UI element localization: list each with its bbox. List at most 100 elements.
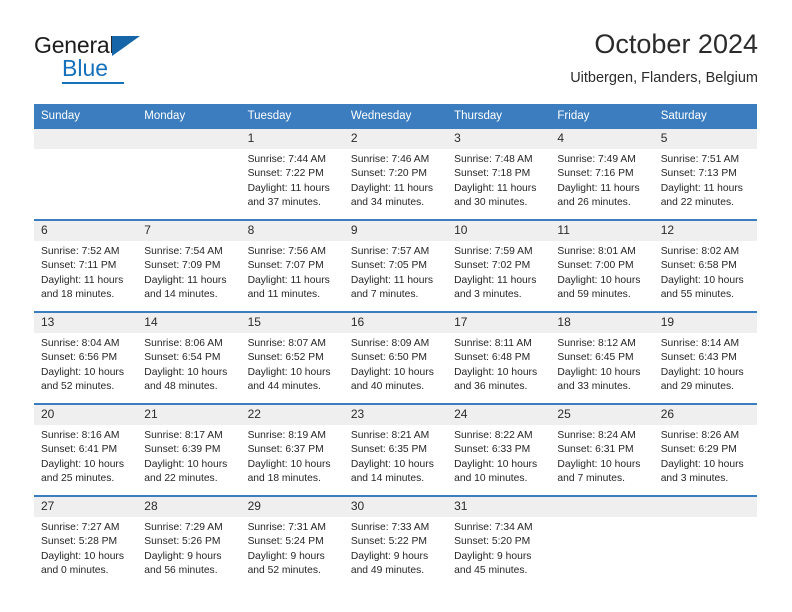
- day-cell[interactable]: 23 Sunrise: 8:21 AM Sunset: 6:35 PM Dayligh…: [343, 403, 448, 496]
- sunrise-text: Sunrise: 7:57 AM: [350, 246, 430, 257]
- sunrise-text: Sunrise: 7:27 AM: [41, 522, 120, 533]
- sunrise-text: Sunrise: 7:33 AM: [350, 522, 430, 533]
- day-number: 12: [653, 221, 757, 241]
- sunset-text: Sunset: 7:20 PM: [350, 168, 427, 180]
- day-cell[interactable]: 6 Sunrise: 7:52 AM Sunset: 7:11 PM Daylight…: [34, 219, 138, 312]
- sunrise-text: Sunrise: 8:09 AM: [350, 338, 430, 349]
- day-cell[interactable]: 17 Sunrise: 8:11 AM Sunset: 6:48 PM Dayligh…: [447, 311, 551, 404]
- sunset-text: Sunset: 6:45 PM: [557, 352, 634, 364]
- daylight-text: Daylight: 10 hours and 29 minutes.: [660, 366, 744, 393]
- day-number: [137, 129, 241, 149]
- day-info: Sunrise: 8:17 AM Sunset: 6:39 PM Daylight:…: [137, 425, 240, 487]
- sunrise-text: Sunrise: 7:46 AM: [350, 154, 430, 165]
- day-number: 8: [240, 221, 344, 241]
- sunrise-text: Sunrise: 7:44 AM: [247, 154, 326, 165]
- day-cell[interactable]: 7 Sunrise: 7:54 AM Sunset: 7:09 PM Daylight…: [137, 219, 241, 312]
- day-cell[interactable]: 19 Sunrise: 8:14 AM Sunset: 6:43 PM Dayligh…: [653, 311, 757, 404]
- sunrise-text: Sunrise: 7:54 AM: [144, 246, 223, 257]
- day-cell[interactable]: 28 Sunrise: 7:29 AM Sunset: 5:26 PM Dayligh…: [137, 495, 241, 587]
- day-info: Sunrise: 8:22 AM Sunset: 6:33 PM Daylight:…: [447, 425, 550, 487]
- day-info: Sunrise: 7:46 AM Sunset: 7:20 PM Daylight:…: [344, 149, 447, 211]
- calendar-week-row: 20 Sunrise: 8:16 AM Sunset: 6:41 PM Dayligh…: [34, 403, 757, 496]
- day-cell[interactable]: 26 Sunrise: 8:26 AM Sunset: 6:29 PM Dayligh…: [653, 403, 757, 496]
- daylight-text: Daylight: 10 hours and 18 minutes.: [247, 458, 331, 485]
- daylight-text: Daylight: 11 hours and 34 minutes.: [350, 182, 434, 209]
- day-number: 9: [343, 221, 448, 241]
- sunset-text: Sunset: 7:00 PM: [557, 260, 634, 272]
- weekday-header-saturday: Saturday: [653, 104, 757, 129]
- day-cell[interactable]: [34, 129, 138, 220]
- day-info: Sunrise: 8:11 AM Sunset: 6:48 PM Daylight:…: [447, 333, 550, 395]
- weekday-header-monday: Monday: [137, 104, 241, 129]
- calendar-header-row: Sunday Monday Tuesday Wednesday Thursday…: [34, 104, 757, 129]
- daylight-text: Daylight: 11 hours and 18 minutes.: [41, 274, 124, 301]
- day-cell[interactable]: [550, 495, 654, 587]
- day-cell[interactable]: 12 Sunrise: 8:02 AM Sunset: 6:58 PM Dayligh…: [653, 219, 757, 312]
- sunrise-text: Sunrise: 7:48 AM: [454, 154, 533, 165]
- sunset-text: Sunset: 5:26 PM: [144, 536, 221, 548]
- sunrise-text: Sunrise: 7:52 AM: [41, 246, 120, 257]
- day-info: Sunrise: 8:16 AM Sunset: 6:41 PM Daylight:…: [34, 425, 137, 487]
- day-cell[interactable]: [653, 495, 757, 587]
- day-cell[interactable]: 9 Sunrise: 7:57 AM Sunset: 7:05 PM Daylight…: [343, 219, 448, 312]
- day-cell[interactable]: 24 Sunrise: 8:22 AM Sunset: 6:33 PM Dayligh…: [447, 403, 551, 496]
- sunset-text: Sunset: 5:22 PM: [350, 536, 427, 548]
- day-number: 1: [240, 129, 344, 149]
- sunrise-text: Sunrise: 8:22 AM: [454, 430, 533, 441]
- sunset-text: Sunset: 7:16 PM: [557, 168, 634, 180]
- day-number: [653, 497, 757, 517]
- day-cell[interactable]: 30 Sunrise: 7:33 AM Sunset: 5:22 PM Dayligh…: [343, 495, 448, 587]
- day-number: 15: [240, 313, 344, 333]
- day-cell[interactable]: 8 Sunrise: 7:56 AM Sunset: 7:07 PM Daylight…: [240, 219, 344, 312]
- day-cell[interactable]: 31 Sunrise: 7:34 AM Sunset: 5:20 PM Dayligh…: [447, 495, 551, 587]
- day-number: 19: [653, 313, 757, 333]
- day-cell[interactable]: 11 Sunrise: 8:01 AM Sunset: 7:00 PM Dayligh…: [550, 219, 654, 312]
- day-number: 23: [343, 405, 448, 425]
- day-info: Sunrise: 8:24 AM Sunset: 6:31 PM Daylight:…: [550, 425, 653, 487]
- day-cell[interactable]: 22 Sunrise: 8:19 AM Sunset: 6:37 PM Dayligh…: [240, 403, 344, 496]
- day-number: 17: [447, 313, 551, 333]
- day-cell[interactable]: 13 Sunrise: 8:04 AM Sunset: 6:56 PM Dayligh…: [34, 311, 138, 404]
- daylight-text: Daylight: 10 hours and 22 minutes.: [144, 458, 228, 485]
- day-info: Sunrise: 7:33 AM Sunset: 5:22 PM Daylight:…: [344, 517, 447, 579]
- day-cell[interactable]: 16 Sunrise: 8:09 AM Sunset: 6:50 PM Dayligh…: [343, 311, 448, 404]
- day-info: Sunrise: 8:12 AM Sunset: 6:45 PM Daylight:…: [550, 333, 653, 395]
- sunset-text: Sunset: 6:31 PM: [557, 444, 634, 456]
- day-info: Sunrise: 7:48 AM Sunset: 7:18 PM Daylight:…: [447, 149, 550, 211]
- day-number: 13: [34, 313, 138, 333]
- day-cell[interactable]: 4 Sunrise: 7:49 AM Sunset: 7:16 PM Daylight…: [550, 129, 654, 220]
- sunset-text: Sunset: 6:29 PM: [660, 444, 737, 456]
- general-blue-logo[interactable]: General Blue: [34, 32, 234, 88]
- day-cell[interactable]: 18 Sunrise: 8:12 AM Sunset: 6:45 PM Dayligh…: [550, 311, 654, 404]
- day-cell[interactable]: 27 Sunrise: 7:27 AM Sunset: 5:28 PM Dayligh…: [34, 495, 138, 587]
- day-cell[interactable]: 21 Sunrise: 8:17 AM Sunset: 6:39 PM Dayligh…: [137, 403, 241, 496]
- sunset-text: Sunset: 6:35 PM: [350, 444, 427, 456]
- daylight-text: Daylight: 10 hours and 0 minutes.: [41, 550, 124, 577]
- sunrise-sunset-calendar: Sunday Monday Tuesday Wednesday Thursday…: [34, 104, 757, 587]
- day-cell[interactable]: 14 Sunrise: 8:06 AM Sunset: 6:54 PM Dayligh…: [137, 311, 241, 404]
- day-cell[interactable]: 15 Sunrise: 8:07 AM Sunset: 6:52 PM Dayligh…: [240, 311, 344, 404]
- day-info: Sunrise: 8:26 AM Sunset: 6:29 PM Daylight:…: [654, 425, 757, 487]
- sunset-text: Sunset: 6:33 PM: [454, 444, 531, 456]
- day-cell[interactable]: 3 Sunrise: 7:48 AM Sunset: 7:18 PM Daylight…: [447, 129, 551, 220]
- day-cell[interactable]: 10 Sunrise: 7:59 AM Sunset: 7:02 PM Dayligh…: [447, 219, 551, 312]
- sunrise-text: Sunrise: 8:24 AM: [557, 430, 636, 441]
- day-info: Sunrise: 7:49 AM Sunset: 7:16 PM Daylight:…: [550, 149, 653, 211]
- sunrise-text: Sunrise: 8:12 AM: [557, 338, 636, 349]
- day-number: 21: [137, 405, 241, 425]
- day-cell[interactable]: 25 Sunrise: 8:24 AM Sunset: 6:31 PM Dayligh…: [550, 403, 654, 496]
- day-info: [654, 517, 757, 521]
- day-cell[interactable]: 5 Sunrise: 7:51 AM Sunset: 7:13 PM Daylight…: [653, 129, 757, 220]
- day-cell[interactable]: 29 Sunrise: 7:31 AM Sunset: 5:24 PM Dayligh…: [240, 495, 344, 587]
- day-cell[interactable]: 2 Sunrise: 7:46 AM Sunset: 7:20 PM Daylight…: [343, 129, 448, 220]
- day-number: [34, 129, 138, 149]
- day-cell[interactable]: [137, 129, 241, 220]
- day-cell[interactable]: 1 Sunrise: 7:44 AM Sunset: 7:22 PM Daylight…: [240, 129, 344, 220]
- day-number: 14: [137, 313, 241, 333]
- day-cell[interactable]: 20 Sunrise: 8:16 AM Sunset: 6:41 PM Dayligh…: [34, 403, 138, 496]
- daylight-text: Daylight: 11 hours and 26 minutes.: [557, 182, 640, 209]
- sunrise-text: Sunrise: 7:34 AM: [454, 522, 533, 533]
- daylight-text: Daylight: 10 hours and 14 minutes.: [350, 458, 434, 485]
- daylight-text: Daylight: 10 hours and 40 minutes.: [350, 366, 434, 393]
- day-info: Sunrise: 8:21 AM Sunset: 6:35 PM Daylight:…: [344, 425, 447, 487]
